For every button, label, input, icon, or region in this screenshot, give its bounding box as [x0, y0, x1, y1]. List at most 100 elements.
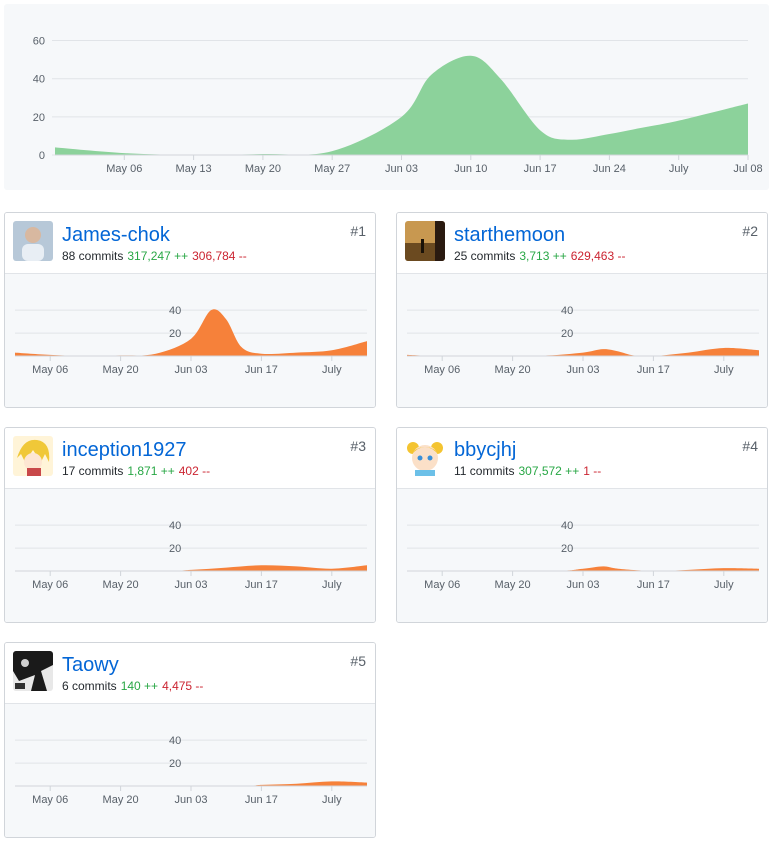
- x-tick-label: July: [322, 364, 342, 376]
- contributor-username-link[interactable]: James-chok: [62, 223, 170, 247]
- contributor-area-chart: 20 40 May 06 May 20 Jun 03 Jun 17 July: [15, 735, 367, 806]
- x-tick-label: May 20: [245, 163, 281, 175]
- contributor-username-link[interactable]: Taowy: [62, 653, 119, 677]
- series-area: [407, 347, 759, 357]
- contributor-card-2: starthemoon 25 commits 3,713 ++ 629,463 --…: [396, 212, 768, 408]
- dark-art-avatar[interactable]: [13, 651, 53, 691]
- contributor-rank: #4: [742, 438, 758, 454]
- additions-count: 307,572 ++: [518, 464, 580, 478]
- contributor-stats: 25 commits 3,713 ++ 629,463 --: [454, 248, 625, 264]
- additions-count: 317,247 ++: [127, 249, 189, 263]
- commits-count-link[interactable]: 25 commits: [454, 249, 515, 263]
- y-tick-label: 40: [33, 74, 45, 86]
- series-area: [407, 566, 759, 572]
- x-tick-label: July: [322, 794, 342, 806]
- x-tick-label: Jun 10: [454, 163, 487, 175]
- x-tick-label: Jun 17: [637, 364, 670, 376]
- x-tick-label: Jun 03: [566, 364, 599, 376]
- x-tick-label: May 06: [424, 364, 460, 376]
- x-tick-label: May 20: [103, 794, 139, 806]
- x-tick-label: May 20: [495, 579, 531, 591]
- x-tick-label: Jun 17: [245, 794, 278, 806]
- y-tick-label: 60: [33, 36, 45, 48]
- y-tick-label: 40: [169, 735, 181, 747]
- x-tick-label: May 13: [176, 163, 212, 175]
- commits-count-link[interactable]: 11 commits: [454, 464, 514, 478]
- deletions-count: 402 --: [178, 464, 211, 478]
- contributor-area-chart: 20 40 May 06 May 20 Jun 03 Jun 17 July: [407, 520, 759, 591]
- y-tick-label: 20: [561, 543, 573, 555]
- commits-count-link[interactable]: 17 commits: [62, 464, 123, 478]
- y-tick-label: 20: [169, 328, 181, 340]
- y-tick-label: 20: [169, 543, 181, 555]
- contributor-chart-container: 20 40 May 06 May 20 Jun 03 Jun 17 July: [397, 274, 767, 407]
- contributions-main-chart: 0 20 40 60 May 06 May 13 May 20 May 27 Jun 03 Jun…: [4, 4, 769, 190]
- commits-count-link[interactable]: 6 commits: [62, 679, 117, 693]
- x-tick-label: July: [714, 579, 734, 591]
- anime-avatar[interactable]: [13, 436, 53, 476]
- contributor-chart-container: 20 40 May 06 May 20 Jun 03 Jun 17 July: [5, 274, 375, 407]
- x-tick-label: Jun 17: [637, 579, 670, 591]
- contributor-chart-container: 20 40 May 06 May 20 Jun 03 Jun 17 July: [5, 704, 375, 837]
- x-tick-label: July: [714, 364, 734, 376]
- additions-count: 140 ++: [120, 679, 159, 693]
- x-tick-label: Jun 03: [174, 794, 207, 806]
- series-area: [15, 781, 367, 787]
- x-tick-label: May 06: [424, 579, 460, 591]
- y-tick-label: 40: [561, 305, 573, 317]
- x-tick-label: July: [669, 163, 689, 175]
- y-tick-label: 20: [561, 328, 573, 340]
- contributor-area-chart: 20 40 May 06 May 20 Jun 03 Jun 17 July: [15, 520, 367, 591]
- x-tick-label: May 20: [495, 364, 531, 376]
- deletions-count: 4,475 --: [162, 679, 204, 693]
- x-tick-label: May 20: [103, 579, 139, 591]
- additions-count: 1,871 ++: [127, 464, 175, 478]
- x-tick-label: May 20: [103, 364, 139, 376]
- x-tick-label: July: [322, 579, 342, 591]
- contributor-card-3: inception1927 17 commits 1,871 ++ 402 -- #…: [4, 427, 376, 623]
- y-tick-label: 40: [561, 520, 573, 532]
- contributor-card-1: James-chok 88 commits 317,247 ++ 306,784 -…: [4, 212, 376, 408]
- x-tick-label: May 27: [314, 163, 350, 175]
- contributor-card-4: bbycjhj 11 commits 307,572 ++ 1 -- #4 20 40…: [396, 427, 768, 623]
- main-area-chart: 0 20 40 60 May 06 May 13 May 20 May 27 Jun 03 Jun…: [33, 36, 763, 175]
- deletions-count: 306,784 --: [192, 249, 247, 263]
- contributor-stats: 17 commits 1,871 ++ 402 --: [62, 463, 210, 479]
- contributor-username-link[interactable]: starthemoon: [454, 223, 565, 247]
- series-area: [15, 565, 367, 572]
- x-tick-label: Jun 24: [593, 163, 626, 175]
- x-tick-label: May 06: [32, 579, 68, 591]
- contributor-stats: 11 commits 307,572 ++ 1 --: [454, 463, 601, 479]
- contributor-username-link[interactable]: inception1927: [62, 438, 187, 462]
- x-tick-label: May 06: [32, 364, 68, 376]
- contributor-area-chart: 20 40 May 06 May 20 Jun 03 Jun 17 July: [15, 305, 367, 376]
- contributor-rank: #1: [350, 223, 366, 239]
- contributor-rank: #2: [742, 223, 758, 239]
- x-tick-label: May 06: [106, 163, 142, 175]
- x-tick-label: Jun 03: [385, 163, 418, 175]
- series-area: [55, 55, 748, 156]
- y-tick-label: 20: [169, 758, 181, 770]
- sunset-photo-avatar[interactable]: [405, 221, 445, 261]
- contributor-chart-container: 20 40 May 06 May 20 Jun 03 Jun 17 July: [397, 489, 767, 622]
- x-tick-label: Jun 03: [174, 579, 207, 591]
- y-tick-label: 0: [39, 150, 45, 162]
- x-tick-label: Jun 03: [566, 579, 599, 591]
- x-tick-label: Jul 08: [733, 163, 762, 175]
- deletions-count: 629,463 --: [570, 249, 626, 263]
- y-tick-label: 40: [169, 305, 181, 317]
- contributor-stats: 6 commits 140 ++ 4,475 --: [62, 678, 203, 694]
- contributor-area-chart: 20 40 May 06 May 20 Jun 03 Jun 17 July: [407, 305, 759, 376]
- x-tick-label: Jun 17: [245, 364, 278, 376]
- y-tick-label: 20: [33, 112, 45, 124]
- x-tick-label: Jun 17: [245, 579, 278, 591]
- y-tick-label: 40: [169, 520, 181, 532]
- commits-count-link[interactable]: 88 commits: [62, 249, 123, 263]
- person-photo-avatar[interactable]: [13, 221, 53, 261]
- contributor-card-5: Taowy 6 commits 140 ++ 4,475 -- #5 20 40 May…: [4, 642, 376, 838]
- contributor-username-link[interactable]: bbycjhj: [454, 438, 516, 462]
- contributor-rank: #3: [350, 438, 366, 454]
- additions-count: 3,713 ++: [519, 249, 567, 263]
- deletions-count: 1 --: [583, 464, 602, 478]
- cartoon-girl-avatar[interactable]: [405, 436, 445, 476]
